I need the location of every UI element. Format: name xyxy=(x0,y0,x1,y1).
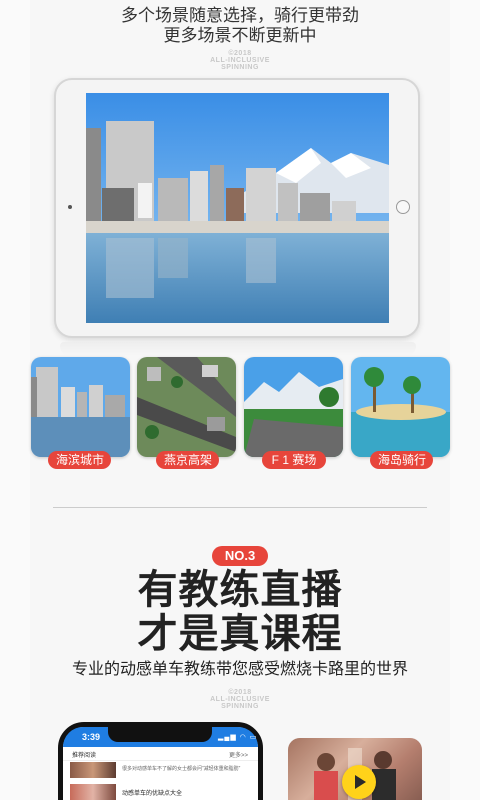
yanjing-overpass-thumbnail xyxy=(137,357,236,457)
tablet-reflection xyxy=(60,342,416,356)
island-ride-thumbnail xyxy=(351,357,450,457)
scene-card-f1-track[interactable] xyxy=(244,357,343,457)
watermark-top: ©2018 ALL-INCLUSIVE SPINNING xyxy=(0,50,480,71)
watermark-text-2: SPINNING xyxy=(221,64,259,71)
phone-section-title: 推荐阅读 xyxy=(72,753,97,759)
watermark-year: ©2018 xyxy=(228,689,252,696)
watermark-text-1: ALL-INCLUSIVE xyxy=(210,696,270,703)
phone-notch xyxy=(108,726,212,742)
scene-label-yanjing-overpass: 燕京高架 xyxy=(156,451,219,469)
watermark-text-1: ALL-INCLUSIVE xyxy=(210,57,270,64)
tablet-camera xyxy=(68,205,72,209)
scene-label-f1-track: F 1 赛场 xyxy=(262,451,326,469)
scene-label-seaside-city: 海滨城市 xyxy=(48,451,111,469)
section-number-badge: NO.3 xyxy=(212,546,268,566)
scene-card-island-ride[interactable] xyxy=(351,357,450,457)
section-title-line2: 才是真课程 xyxy=(137,612,343,656)
scene-intro-line2: 更多场景不断更新中 xyxy=(163,26,317,45)
seaside-city-image xyxy=(86,93,389,323)
watermark-year: ©2018 xyxy=(228,50,252,57)
news-thumbnail-2[interactable] xyxy=(70,784,116,800)
scene-intro-line1: 多个场景随意选择，骑行更带劲 xyxy=(121,6,359,25)
signal-wifi-battery-icon: ▂▄▆ ◠ ▭ xyxy=(218,734,258,741)
section-title-line1: 有教练直播 xyxy=(137,568,343,612)
phone-more-link[interactable]: 更多>> xyxy=(229,750,248,759)
tablet-home-button xyxy=(396,200,410,214)
scene-card-yanjing-overpass[interactable] xyxy=(137,357,236,457)
news-title-1[interactable]: 很多对动感单车不了解的女士都会问“减轻体重和脂肪” xyxy=(122,765,252,772)
watermark-bottom: ©2018 ALL-INCLUSIVE SPINNING xyxy=(0,689,480,710)
watermark-text-2: SPINNING xyxy=(221,703,259,710)
section-divider xyxy=(53,507,427,508)
scene-label-island-ride: 海岛骑行 xyxy=(370,451,433,469)
f1-track-thumbnail xyxy=(244,357,343,457)
scene-card-seaside-city[interactable] xyxy=(31,357,130,457)
news-thumbnail-1[interactable] xyxy=(70,762,116,778)
phone-time: 3:39 xyxy=(82,732,101,742)
seaside-city-thumbnail xyxy=(31,357,130,457)
play-icon xyxy=(355,775,366,789)
tablet-screen-seaside-city xyxy=(86,93,389,323)
news-title-2[interactable]: 动感单车的优缺点大全 xyxy=(122,788,182,797)
section-subtitle: 专业的动感单车教练带您感受燃烧卡路里的世界 xyxy=(71,661,408,678)
